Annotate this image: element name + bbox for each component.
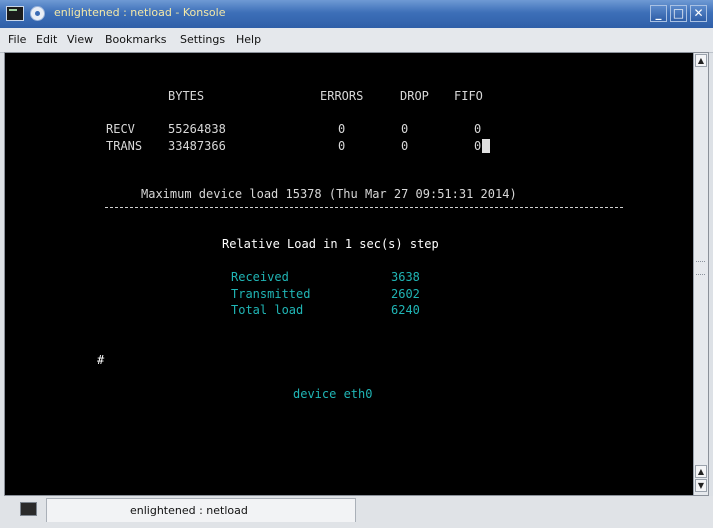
recv-fifo: 0 — [474, 122, 482, 136]
scrollbar-grip[interactable] — [696, 261, 705, 275]
terminal-frame: BYTES ERRORS DROP FIFO RECV 55264838 0 0… — [4, 52, 709, 496]
tab-session[interactable]: enlightened : netload — [46, 498, 356, 522]
window-menu-icon[interactable] — [30, 6, 45, 21]
header-drop: DROP — [400, 89, 429, 103]
trans-errors: 0 — [338, 139, 346, 153]
vertical-scrollbar[interactable]: ▲ ▲ ▼ — [693, 53, 708, 495]
tab-label: enlightened : netload — [130, 504, 248, 517]
menu-file[interactable]: File — [8, 33, 26, 46]
close-button[interactable]: ✕ — [690, 5, 707, 22]
trans-label: TRANS — [106, 139, 143, 153]
scroll-up-icon[interactable]: ▲ — [695, 465, 707, 478]
terminal-output[interactable]: BYTES ERRORS DROP FIFO RECV 55264838 0 0… — [5, 53, 693, 495]
recv-errors: 0 — [338, 122, 346, 136]
konsole-icon[interactable] — [6, 6, 24, 21]
recv-label: RECV — [106, 122, 135, 136]
device-label: device eth0 — [293, 387, 373, 401]
minimize-button[interactable]: _ — [650, 5, 667, 22]
stat-total-value: 6240 — [391, 303, 420, 317]
separator-dashes — [105, 207, 623, 208]
shell-prompt: # — [97, 353, 105, 367]
menu-bookmarks[interactable]: Bookmarks — [105, 33, 166, 46]
menu-bar: File Edit View Bookmarks Settings Help — [0, 28, 713, 53]
title-bar[interactable]: enlightened : netload - Konsole _ □ ✕ — [0, 0, 713, 28]
trans-bytes: 33487366 — [168, 139, 226, 153]
relative-load-heading: Relative Load in 1 sec(s) step — [222, 237, 439, 251]
recv-drop: 0 — [401, 122, 409, 136]
menu-edit[interactable]: Edit — [36, 33, 57, 46]
recv-bytes: 55264838 — [168, 122, 226, 136]
max-load-line: Maximum device load 15378 (Thu Mar 27 09… — [141, 187, 517, 201]
menu-view[interactable]: View — [67, 33, 93, 46]
scroll-down-icon[interactable]: ▼ — [695, 479, 707, 492]
header-fifo: FIFO — [454, 89, 483, 103]
window-title: enlightened : netload - Konsole — [54, 6, 226, 19]
menu-settings[interactable]: Settings — [180, 33, 225, 46]
scroll-up-icon[interactable]: ▲ — [695, 54, 707, 67]
trans-drop: 0 — [401, 139, 409, 153]
konsole-window: enlightened : netload - Konsole _ □ ✕ Fi… — [0, 0, 713, 528]
header-errors: ERRORS — [320, 89, 364, 103]
stat-transmitted-value: 2602 — [391, 287, 420, 301]
stat-total-label: Total load — [231, 303, 304, 317]
stat-received-label: Received — [231, 270, 289, 284]
stat-received-value: 3638 — [391, 270, 420, 284]
trans-fifo: 0 — [474, 139, 482, 153]
menu-help[interactable]: Help — [236, 33, 261, 46]
tab-bar: enlightened : netload — [0, 496, 713, 528]
maximize-button[interactable]: □ — [670, 5, 687, 22]
terminal-tab-icon[interactable] — [20, 502, 37, 516]
stat-transmitted-label: Transmitted — [231, 287, 311, 301]
text-cursor — [482, 139, 490, 153]
header-bytes: BYTES — [168, 89, 205, 103]
